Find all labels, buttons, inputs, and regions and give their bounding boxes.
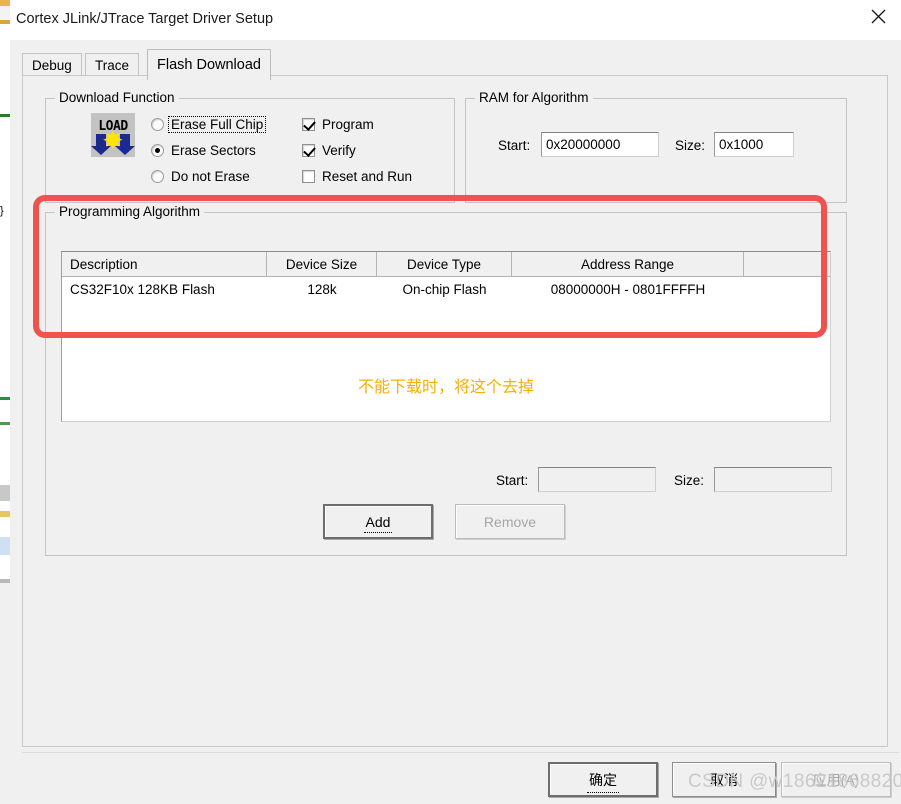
algorithm-size-input[interactable]: [714, 467, 832, 492]
radio-erase-sectors[interactable]: Erase Sectors: [151, 143, 256, 158]
radio-indicator: [151, 118, 164, 131]
bg-chip: [0, 400, 10, 422]
title-bar: Cortex JLink/JTrace Target Driver Setup: [10, 0, 901, 40]
radio-label: Do not Erase: [171, 169, 250, 184]
programming-algorithm-group: Programming Algorithm Description Device…: [45, 204, 847, 556]
ok-button-label: 确定: [587, 771, 619, 793]
programming-algorithm-list[interactable]: Description Device Size Device Type Addr…: [61, 251, 831, 422]
cell-description: CS32F10x 128KB Flash: [70, 281, 215, 297]
add-button-label: Add: [363, 513, 393, 533]
tab-trace[interactable]: Trace: [85, 53, 140, 76]
column-header-address-range[interactable]: Address Range: [512, 252, 744, 276]
tab-label: Flash Download: [157, 57, 261, 73]
checkbox-verify[interactable]: Verify: [302, 143, 356, 158]
ram-start-label: Start:: [498, 138, 531, 153]
bg-chip: [0, 485, 10, 501]
bg-chip: [0, 517, 10, 537]
bg-chip: [0, 583, 10, 804]
column-header-spacer[interactable]: [744, 252, 830, 276]
download-function-title: Download Function: [55, 90, 179, 105]
window-title: Cortex JLink/JTrace Target Driver Setup: [16, 11, 274, 27]
algorithm-start-label: Start:: [496, 473, 529, 488]
tab-debug[interactable]: Debug: [22, 53, 82, 76]
checkbox-indicator: [302, 144, 315, 157]
bg-chip: [0, 24, 10, 114]
remove-button-label: Remove: [483, 513, 537, 530]
table-row[interactable]: CS32F10x 128KB Flash 128k On-chip Flash …: [62, 277, 830, 301]
ram-start-input[interactable]: 0x20000000: [541, 132, 659, 157]
bg-chip: [0, 501, 10, 511]
programming-algorithm-title: Programming Algorithm: [55, 204, 205, 219]
footer-divider: [22, 752, 899, 753]
checkbox-reset-and-run[interactable]: Reset and Run: [302, 169, 412, 184]
bg-chip: [0, 425, 10, 485]
ram-for-algorithm-title: RAM for Algorithm: [475, 90, 593, 105]
checkbox-indicator: [302, 170, 315, 183]
bg-chip: [0, 6, 10, 20]
target-driver-setup-dialog: Cortex JLink/JTrace Target Driver Setup …: [10, 0, 901, 804]
radio-do-not-erase[interactable]: Do not Erase: [151, 169, 250, 184]
checkbox-program[interactable]: Program: [302, 117, 374, 132]
bg-chip: [0, 555, 10, 579]
checkbox-indicator: [302, 118, 315, 131]
bg-chip: [0, 537, 10, 555]
bg-chip: [0, 117, 10, 205]
add-button[interactable]: Add: [323, 504, 433, 539]
checkbox-label: Program: [322, 117, 374, 132]
radio-label: Erase Full Chip: [167, 116, 267, 133]
radio-indicator: [151, 170, 164, 183]
ram-for-algorithm-group: RAM for Algorithm Start: 0x20000000 Size…: [465, 90, 847, 203]
checkbox-label: Verify: [322, 143, 356, 158]
tab-label: Trace: [95, 57, 130, 73]
bg-chip: }: [0, 205, 10, 217]
table-header-row: Description Device Size Device Type Addr…: [62, 252, 830, 277]
algorithm-start-input[interactable]: [538, 467, 656, 492]
radio-erase-full-chip[interactable]: Erase Full Chip: [151, 116, 267, 133]
radio-label: Erase Sectors: [171, 143, 256, 158]
radio-indicator: [151, 144, 164, 157]
csdn-watermark: CSDN @w18621868820: [688, 771, 901, 792]
flash-download-panel: Download Function LOAD Erase Full Chip E…: [22, 75, 888, 747]
tab-flash-download[interactable]: Flash Download: [147, 49, 271, 80]
annotation-note: 不能下载时，将这个去掉: [357, 377, 534, 396]
load-icon: LOAD: [91, 113, 135, 157]
column-header-description[interactable]: Description: [62, 252, 267, 276]
ok-button[interactable]: 确定: [548, 762, 658, 797]
cell-device-type: On-chip Flash: [402, 281, 487, 297]
bg-chip: [0, 217, 10, 397]
close-icon[interactable]: [855, 0, 901, 33]
algorithm-size-label: Size:: [674, 473, 705, 488]
ram-size-input[interactable]: 0x1000: [714, 132, 794, 157]
tab-label: Debug: [32, 57, 72, 73]
checkbox-label: Reset and Run: [322, 169, 413, 184]
remove-button: Remove: [455, 504, 565, 539]
cell-address-range: 08000000H - 0801FFFFH: [550, 281, 706, 297]
tab-bar: Debug Trace Flash Download: [22, 49, 888, 80]
column-header-device-size[interactable]: Device Size: [267, 252, 377, 276]
cell-spacer: [744, 277, 830, 301]
download-function-group: Download Function LOAD Erase Full Chip E…: [45, 90, 455, 203]
column-header-device-type[interactable]: Device Type: [377, 252, 512, 276]
cell-device-size: 128k: [307, 281, 337, 297]
ram-size-label: Size:: [675, 138, 706, 153]
